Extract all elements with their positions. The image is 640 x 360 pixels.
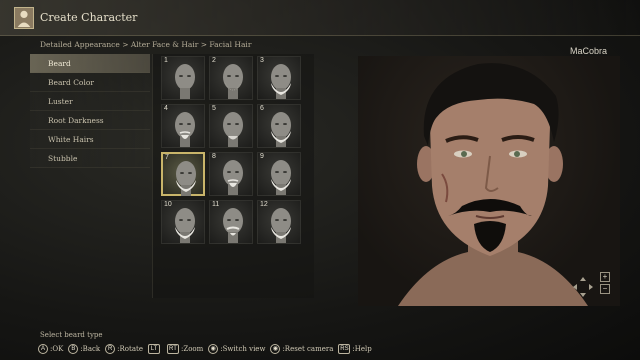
menu-item-stubble[interactable]: Stubble bbox=[30, 149, 150, 168]
menu-button-icon: ◉ bbox=[270, 344, 281, 354]
character-portrait-icon bbox=[14, 7, 34, 29]
button-a-icon: A bbox=[38, 344, 48, 354]
facial-hair-menu: Beard Beard Color Luster Root Darkness W… bbox=[30, 54, 150, 168]
beard-option-2[interactable]: 2 bbox=[209, 56, 253, 100]
character-preview[interactable] bbox=[358, 56, 620, 306]
beard-option-4[interactable]: 4 bbox=[161, 104, 205, 148]
beard-option-9[interactable]: 9 bbox=[257, 152, 301, 196]
control-hint-3: LT bbox=[147, 344, 162, 354]
control-hint-label: :OK bbox=[50, 345, 64, 353]
bald-head-icon bbox=[176, 161, 196, 196]
menu-item-beard[interactable]: Beard bbox=[30, 54, 150, 73]
rt-trigger-icon: RT bbox=[166, 344, 179, 354]
beard-option-7[interactable]: 7 bbox=[161, 152, 205, 196]
beard-option-8[interactable]: 8 bbox=[209, 152, 253, 196]
page-title: Create Character bbox=[40, 11, 138, 24]
bald-head-icon bbox=[175, 208, 195, 243]
zoom-in-button[interactable]: + bbox=[600, 272, 610, 282]
control-hint-label: :Zoom bbox=[180, 345, 204, 353]
bald-head-icon bbox=[175, 112, 195, 147]
control-hint-label: :Switch view bbox=[220, 345, 266, 353]
control-hint-label: :Help bbox=[352, 345, 372, 353]
view-button-icon: ◉ bbox=[208, 344, 219, 354]
camera-controls: + − bbox=[572, 272, 612, 302]
beard-option-11[interactable]: 11 bbox=[209, 200, 253, 244]
control-hint-6: ◉:Reset camera bbox=[270, 344, 333, 354]
lt-trigger-icon: LT bbox=[147, 344, 160, 354]
breadcrumb: Detailed Appearance > Alter Face & Hair … bbox=[40, 40, 252, 49]
beard-option-12[interactable]: 12 bbox=[257, 200, 301, 244]
menu-item-white-hairs[interactable]: White Hairs bbox=[30, 130, 150, 149]
right-stick-icon: R bbox=[105, 344, 116, 354]
help-text: Select beard type bbox=[40, 331, 103, 339]
camera-pan-arrows-icon[interactable] bbox=[572, 276, 594, 298]
bald-head-icon bbox=[271, 160, 291, 195]
control-hint-5: ◉:Switch view bbox=[208, 344, 265, 354]
beard-selection-panel: 1 2 3 4 5 6 7 8 9 10 11 12 bbox=[152, 54, 314, 298]
bald-head-icon bbox=[223, 208, 243, 243]
beard-option-10[interactable]: 10 bbox=[161, 200, 205, 244]
control-hint-label: :Reset camera bbox=[282, 345, 334, 353]
menu-item-luster[interactable]: Luster bbox=[30, 92, 150, 111]
control-hint-0: A:OK bbox=[38, 344, 63, 354]
bald-head-icon bbox=[223, 160, 243, 195]
controls-legend: A:OK B:Back R:Rotate LT RT:Zoom ◉:Switch view… bbox=[38, 343, 377, 355]
beard-option-1[interactable]: 1 bbox=[161, 56, 205, 100]
button-b-icon: B bbox=[68, 344, 79, 354]
menu-item-root-darkness[interactable]: Root Darkness bbox=[30, 111, 150, 130]
control-hint-1: B:Back bbox=[68, 344, 100, 354]
bald-head-icon bbox=[223, 64, 243, 99]
username: MaCobra bbox=[570, 46, 608, 56]
bald-head-icon bbox=[271, 112, 291, 147]
menu-item-beard-color[interactable]: Beard Color bbox=[30, 73, 150, 92]
bald-head-icon bbox=[223, 112, 243, 147]
control-hint-2: R:Rotate bbox=[105, 344, 143, 354]
zoom-out-button[interactable]: − bbox=[600, 284, 610, 294]
control-hint-4: RT:Zoom bbox=[166, 344, 204, 354]
bald-head-icon bbox=[175, 64, 195, 99]
control-hint-label: :Back bbox=[80, 345, 101, 353]
character-face-render bbox=[398, 63, 588, 306]
right-stick-press-icon: RS bbox=[338, 344, 351, 354]
beard-option-6[interactable]: 6 bbox=[257, 104, 301, 148]
bald-head-icon bbox=[271, 64, 291, 99]
bald-head-icon bbox=[271, 208, 291, 243]
control-hint-7: RS:Help bbox=[338, 344, 372, 354]
beard-option-5[interactable]: 5 bbox=[209, 104, 253, 148]
control-hint-label: :Rotate bbox=[117, 345, 143, 353]
beard-option-3[interactable]: 3 bbox=[257, 56, 301, 100]
top-bar: Create Character bbox=[0, 0, 640, 36]
